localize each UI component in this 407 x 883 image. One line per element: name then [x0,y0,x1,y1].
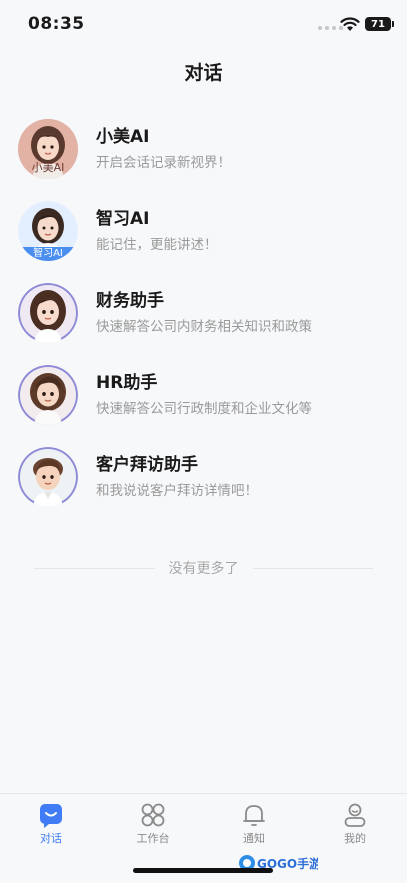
avatar-xiaomei: 小美AI [18,119,78,179]
battery-icon: 71 [365,17,394,31]
avatar-badge-zhixi: 智习AI [33,248,63,259]
tab-label: 我的 [344,832,366,845]
conversation-description: 快速解答公司内财务相关知识和政策 [96,319,312,335]
home-indicator [133,868,273,873]
tab-label: 通知 [243,832,265,845]
conversation-name: 智习AI [96,209,150,229]
user-icon [344,803,366,827]
app-screen: 08:35 71 对话 小美AI 小美AI 开启会话记录新视界！ 智习AI 智习… [0,0,407,883]
tab-notifications[interactable]: 通知 [219,802,289,846]
avatar-hr [18,365,78,425]
conversation-item-hr[interactable]: HR助手 快速解答公司行政制度和企业文化等 [0,354,407,436]
tab-workbench[interactable]: 工作台 [118,802,188,846]
conversation-description: 和我说说客户拜访详情吧！ [96,483,258,499]
conversation-description: 能记住，更能讲述！ [96,237,218,253]
avatar-zhixi: 智习AI [18,201,78,261]
conversation-description: 快速解答公司行政制度和企业文化等 [96,401,312,417]
status-bar: 08:35 71 [0,0,407,50]
conversation-name: HR助手 [96,373,158,393]
grid-icon [141,803,165,827]
tab-chat[interactable]: 对话 [16,802,86,846]
conversation-list: 小美AI 小美AI 开启会话记录新视界！ 智习AI 智习AI 能记住，更能讲述！… [0,108,407,518]
bell-icon [243,805,265,826]
chat-icon [40,804,62,828]
end-of-list-divider: 没有更多了 [34,558,373,578]
wifi-icon [340,17,360,31]
conversation-item-customer-visit[interactable]: 客户拜访助手 和我说说客户拜访详情吧！ [0,436,407,518]
battery-level: 71 [371,18,385,30]
conversation-description: 开启会话记录新视界！ [96,155,231,171]
end-of-list-text: 没有更多了 [168,561,239,577]
avatar-finance [18,283,78,343]
divider-line [34,567,155,569]
avatar-badge-xiaomei: 小美AI [31,161,65,174]
conversation-name: 小美AI [96,127,150,147]
tab-label: 工作台 [136,832,170,845]
status-time: 08:35 [28,14,85,34]
divider-line [252,567,373,569]
conversation-name: 财务助手 [96,291,164,311]
conversation-item-zhixi[interactable]: 智习AI 智习AI 能记住，更能讲述！ [0,190,407,272]
conversation-name: 客户拜访助手 [96,455,198,475]
conversation-item-xiaomei[interactable]: 小美AI 小美AI 开启会话记录新视界！ [0,108,407,190]
tab-profile[interactable]: 我的 [320,802,390,846]
page-title: 对话 [184,62,223,84]
avatar-customer-visit [18,447,78,507]
conversation-item-finance[interactable]: 财务助手 快速解答公司内财务相关知识和政策 [0,272,407,354]
tab-label: 对话 [40,832,62,845]
